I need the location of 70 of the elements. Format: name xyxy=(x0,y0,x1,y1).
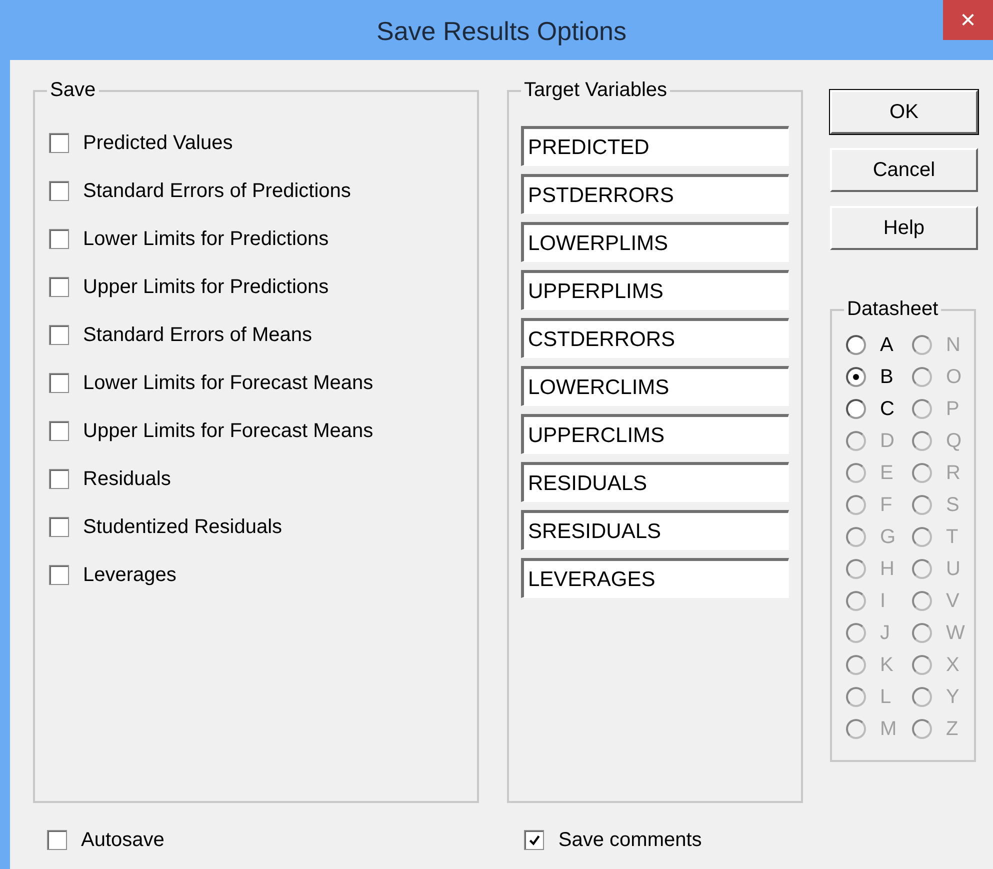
checkbox-label: Save comments xyxy=(558,828,702,852)
checkbox-label: Autosave xyxy=(81,828,164,852)
radio-button[interactable] xyxy=(846,367,866,387)
checkbox[interactable] xyxy=(49,565,69,585)
radio-label: D xyxy=(880,430,894,452)
radio-label: Q xyxy=(946,430,962,452)
checkbox[interactable] xyxy=(49,469,69,489)
input-field[interactable]: CSTDERRORS xyxy=(521,318,789,358)
checkbox[interactable] xyxy=(524,830,544,850)
radio-label: H xyxy=(880,558,894,580)
checkbox[interactable] xyxy=(49,373,69,393)
group-label: Target Variables xyxy=(521,79,670,102)
radio-label: P xyxy=(946,398,960,420)
checkbox[interactable] xyxy=(49,277,69,297)
checkbox[interactable] xyxy=(49,133,69,153)
checkbox-label: Standard Errors of Predictions xyxy=(83,180,351,202)
radio-label: J xyxy=(880,622,890,644)
radio-label: Y xyxy=(946,686,960,708)
radio-label: W xyxy=(946,622,965,644)
input-field[interactable]: LOWERPLIMS xyxy=(521,222,789,262)
radio-label: E xyxy=(880,462,894,484)
radio-label: G xyxy=(880,526,896,548)
dialog-button[interactable]: OK xyxy=(830,90,978,134)
input-field[interactable]: LOWERCLIMS xyxy=(521,366,789,406)
radio-label: R xyxy=(946,462,960,484)
window-title: Save Results Options xyxy=(376,16,626,46)
close-button[interactable]: ✕ xyxy=(943,0,993,40)
input-field[interactable]: PSTDERRORS xyxy=(521,174,789,214)
dialog-button[interactable]: Help xyxy=(830,206,978,250)
checkbox-label: Upper Limits for Forecast Means xyxy=(83,420,374,442)
checkbox[interactable] xyxy=(49,229,69,249)
radio-label: X xyxy=(946,654,960,676)
radio-label: Z xyxy=(946,718,958,740)
radio-label: F xyxy=(880,494,892,516)
checkbox[interactable] xyxy=(49,325,69,345)
radio-label: L xyxy=(880,686,892,708)
radio-label: S xyxy=(946,494,960,516)
checkbox[interactable] xyxy=(49,517,69,537)
radio-label: A xyxy=(880,334,894,356)
radio-label: B xyxy=(880,366,894,388)
checkbox-label: Standard Errors of Means xyxy=(83,324,312,346)
checkbox-label: Predicted Values xyxy=(83,132,233,154)
input-field[interactable]: LEVERAGES xyxy=(521,558,789,598)
dialog-button[interactable]: Cancel xyxy=(830,148,978,192)
radio-label: I xyxy=(880,590,886,612)
radio-button[interactable] xyxy=(846,399,866,419)
checkmark-icon xyxy=(528,834,541,846)
checkbox-label: Studentized Residuals xyxy=(83,516,282,538)
radio-label: V xyxy=(946,590,960,612)
checkbox-label: Upper Limits for Predictions xyxy=(83,276,329,298)
radio-label: M xyxy=(880,718,897,740)
checkbox[interactable] xyxy=(47,830,67,850)
checkbox-label: Lower Limits for Predictions xyxy=(83,228,329,250)
radio-label: N xyxy=(946,334,960,356)
checkbox[interactable] xyxy=(49,181,69,201)
radio-label: T xyxy=(946,526,958,548)
checkbox-label: Lower Limits for Forecast Means xyxy=(83,372,374,394)
checkbox-label: Leverages xyxy=(83,564,176,586)
radio-button[interactable] xyxy=(846,335,866,355)
checkbox-label: Residuals xyxy=(83,468,171,490)
input-field[interactable]: UPPERCLIMS xyxy=(521,414,789,454)
input-field[interactable]: SRESIDUALS xyxy=(521,510,789,550)
radio-label: O xyxy=(946,366,962,388)
radio-label: U xyxy=(946,558,960,580)
input-field[interactable]: PREDICTED xyxy=(521,126,789,166)
input-field[interactable]: RESIDUALS xyxy=(521,462,789,502)
input-field[interactable]: UPPERPLIMS xyxy=(521,270,789,310)
radio-label: C xyxy=(880,398,894,420)
radio-label: K xyxy=(880,654,894,676)
checkbox[interactable] xyxy=(49,421,69,441)
